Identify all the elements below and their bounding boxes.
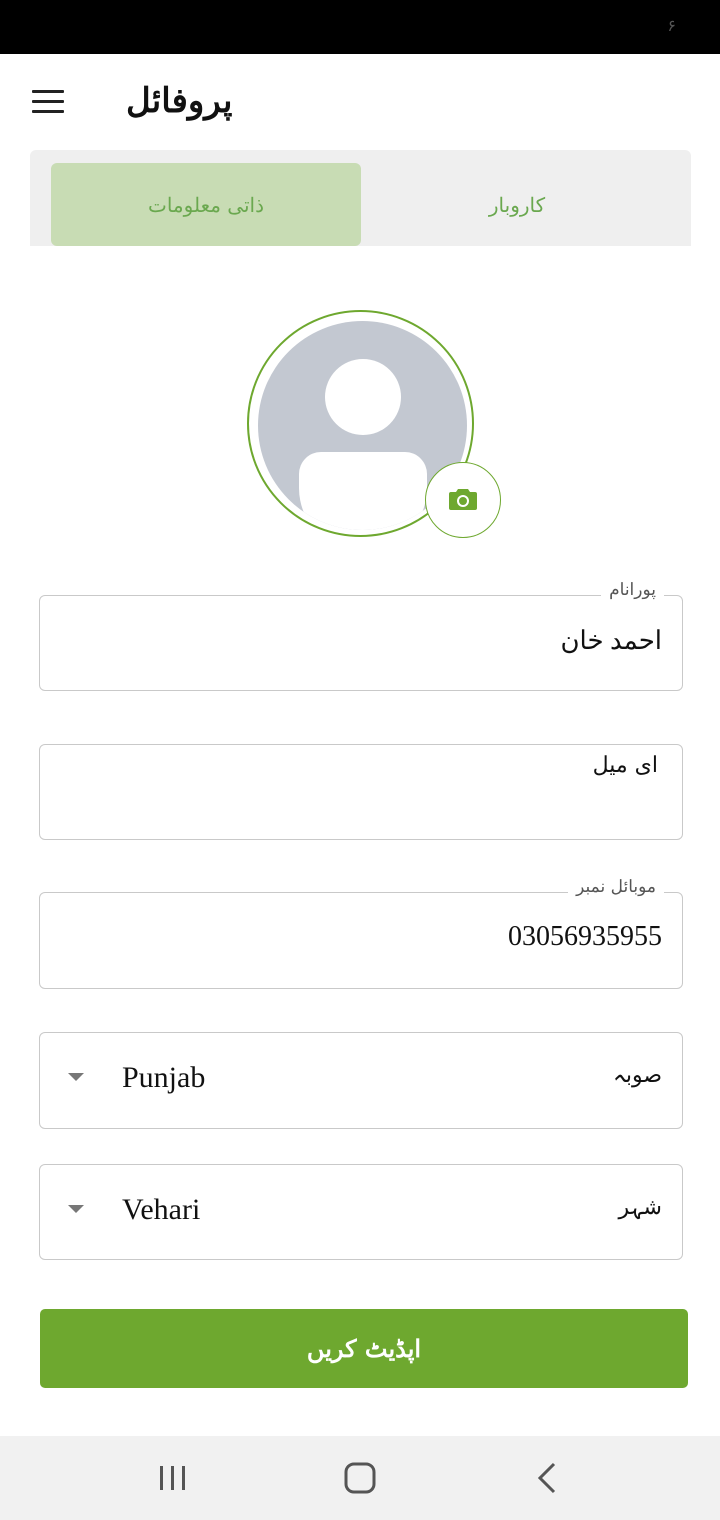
camera-button[interactable] — [425, 462, 501, 538]
mobile-field[interactable]: موبائل نمبر 03056935955 — [39, 877, 683, 989]
email-field[interactable]: ای میل — [39, 744, 683, 840]
province-label: صوبہ — [612, 1063, 662, 1088]
status-bar: ۶ — [0, 0, 720, 54]
chevron-down-icon — [68, 1205, 84, 1213]
tab-business[interactable]: کاروبار — [362, 163, 672, 246]
status-glyph: ۶ — [667, 16, 676, 35]
province-value: Punjab — [122, 1061, 206, 1094]
camera-icon — [449, 489, 477, 510]
recents-icon[interactable] — [142, 1458, 202, 1498]
province-select[interactable]: Punjab صوبہ — [39, 1032, 683, 1129]
system-nav-bar — [0, 1436, 720, 1520]
mobile-value[interactable]: 03056935955 — [508, 921, 662, 953]
tab-personal-info[interactable]: ذاتی معلومات — [51, 163, 361, 246]
city-value: Vehari — [122, 1193, 201, 1226]
page-title: پروفائل — [126, 81, 233, 121]
update-button[interactable]: اپڈیٹ کریں — [40, 1309, 688, 1388]
chevron-down-icon — [68, 1073, 84, 1081]
city-select[interactable]: Vehari شہر — [39, 1164, 683, 1260]
app-header: پروفائل — [0, 54, 720, 150]
tab-bar: ذاتی معلومات کاروبار — [30, 150, 691, 246]
full-name-value[interactable]: احمد خان — [560, 626, 662, 656]
home-icon[interactable] — [330, 1458, 390, 1498]
full-name-field[interactable]: پورانام احمد خان — [39, 580, 683, 691]
avatar-body — [299, 452, 427, 530]
back-icon[interactable] — [518, 1458, 578, 1498]
menu-icon[interactable] — [30, 88, 66, 116]
full-name-label: پورانام — [601, 580, 664, 600]
mobile-label: موبائل نمبر — [568, 877, 664, 897]
avatar-head — [325, 359, 401, 435]
profile-avatar — [247, 310, 501, 538]
email-placeholder[interactable]: ای میل — [593, 753, 658, 778]
city-label: شہر — [618, 1195, 662, 1220]
